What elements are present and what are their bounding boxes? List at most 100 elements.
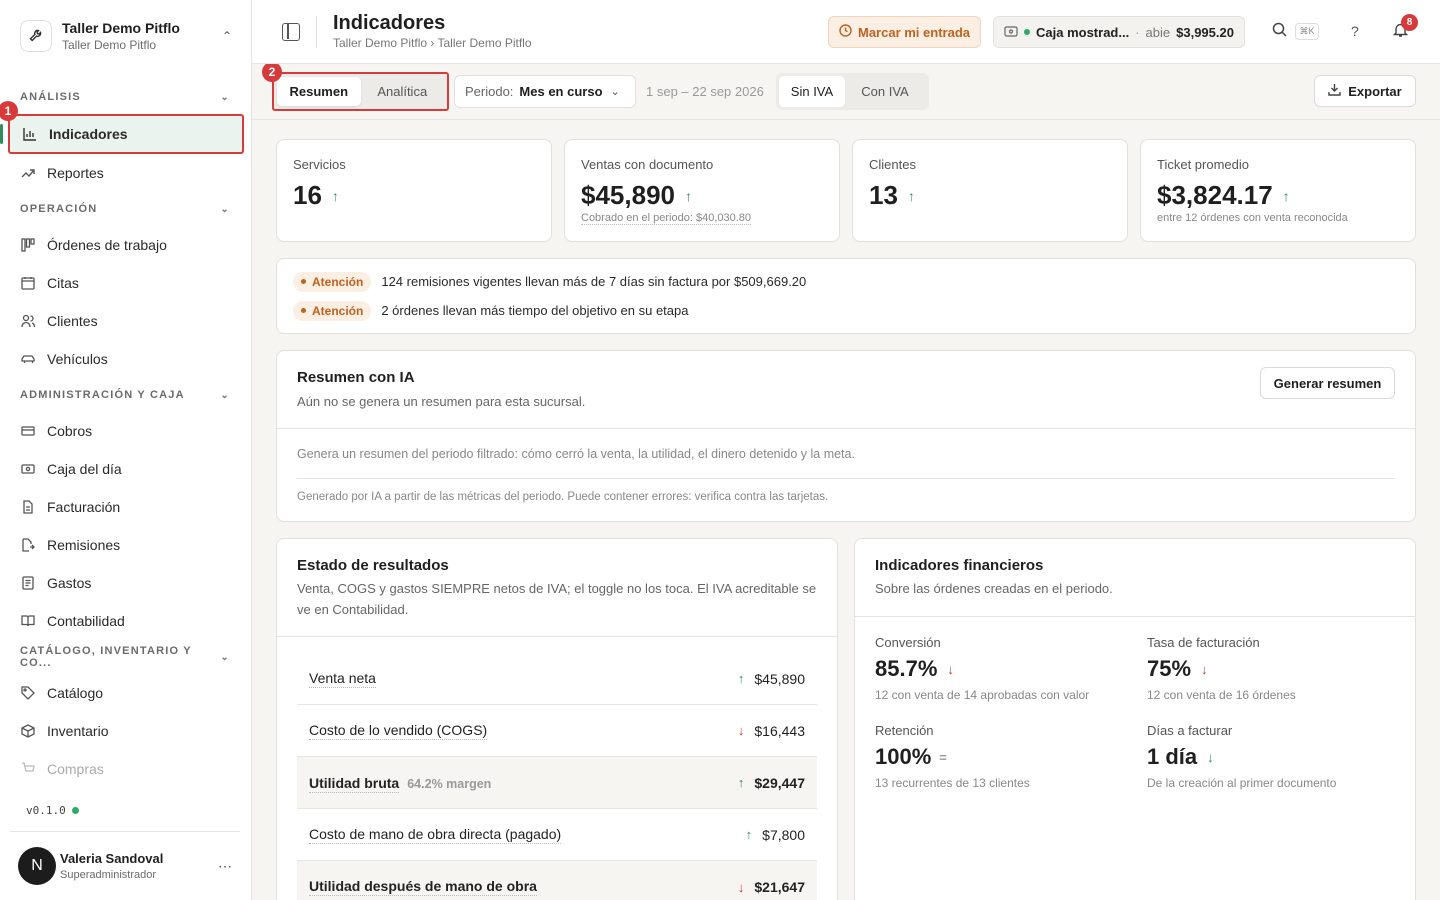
iva-toggle: Sin IVA Con IVA xyxy=(776,73,929,110)
caja-amount: $3,995.20 xyxy=(1176,24,1234,40)
arrow-down-icon: ↓ xyxy=(737,879,745,895)
kpi-card-clientes: Clientes 13 ↑ xyxy=(852,139,1128,242)
sidebar-nav: ANÁLISIS ⌄ Indicadores Reportes OPERACIÓN… xyxy=(0,80,252,805)
ai-description: Genera un resumen del periodo filtrado: … xyxy=(297,447,855,461)
shortcut-hint: ⌘K xyxy=(1295,23,1319,40)
fin-subtitle: Sobre las órdenes creadas en el periodo. xyxy=(875,581,1113,596)
sidebar-toggle-icon[interactable] xyxy=(282,23,300,41)
bar-chart-icon xyxy=(22,126,38,142)
sidebar-item-citas[interactable]: Citas xyxy=(0,264,252,302)
sidebar-item-ordenes[interactable]: Órdenes de trabajo xyxy=(0,226,252,264)
section-operacion[interactable]: OPERACIÓN ⌄ xyxy=(0,192,252,226)
org-switcher[interactable]: Taller Demo Pitflo Taller Demo Pitflo ⌃ xyxy=(8,8,244,64)
cart-icon xyxy=(20,761,36,777)
section-administracion[interactable]: ADMINISTRACIÓN Y CAJA ⌄ xyxy=(0,378,252,412)
divider xyxy=(316,16,317,48)
fin-dias-facturar: Días a facturar 1 día ↓ De la creación al… xyxy=(1147,723,1337,790)
file-icon xyxy=(20,499,36,515)
credit-card-icon xyxy=(20,423,36,439)
table-row[interactable]: Venta neta ↑ $45,890 xyxy=(297,653,817,705)
chevron-down-icon: ⌄ xyxy=(610,86,620,98)
sidebar-item-caja[interactable]: Caja del día xyxy=(0,450,252,488)
sidebar-item-vehiculos[interactable]: Vehículos xyxy=(0,340,252,378)
sidebar-item-clientes[interactable]: Clientes xyxy=(0,302,252,340)
toggle-sin-iva[interactable]: Sin IVA xyxy=(779,76,845,107)
alert-row[interactable]: Atención 2 órdenes llevan más tiempo del… xyxy=(277,296,1415,325)
sidebar-item-indicadores[interactable]: Indicadores xyxy=(0,114,244,154)
kpi-card-ticket: Ticket promedio $3,824.17 ↑ entre 12 órde… xyxy=(1140,139,1416,242)
fin-retencion: Retención 100% = 13 recurrentes de 13 cli… xyxy=(875,723,1030,790)
ai-summary-card: Resumen con IA Aún no se genera un resum… xyxy=(276,350,1416,522)
arrow-up-icon: ↑ xyxy=(737,671,745,686)
sidebar-item-cobros[interactable]: Cobros xyxy=(0,412,252,450)
sidebar-item-catalogo[interactable]: Catálogo xyxy=(0,674,252,712)
section-catalogo[interactable]: CATÁLOGO, INVENTARIO Y CO... ⌄ xyxy=(0,640,252,674)
sidebar-item-gastos[interactable]: Gastos xyxy=(0,564,252,602)
table-row[interactable]: Costo de lo vendido (COGS) ↓ $16,443 xyxy=(297,705,817,757)
estado-resultados-card: Estado de resultados Venta, COGS y gasto… xyxy=(276,538,838,900)
chevron-down-icon: ⌄ xyxy=(220,651,230,663)
divider xyxy=(252,119,1440,120)
alerts-card: Atención 124 remisiones vigentes llevan … xyxy=(276,258,1416,334)
sidebar-item-compras[interactable]: Compras xyxy=(0,750,252,788)
ai-subtitle: Aún no se genera un resumen para esta su… xyxy=(297,394,586,409)
ai-disclaimer: Generado por IA a partir de las métricas… xyxy=(297,491,829,503)
tab-resumen[interactable]: Resumen xyxy=(277,77,361,106)
arrow-up-icon: ↑ xyxy=(684,187,692,204)
estado-title: Estado de resultados xyxy=(297,557,449,574)
arrow-up-icon: ↑ xyxy=(745,827,753,842)
user-role: Superadministrador xyxy=(60,869,156,881)
chevron-down-icon: ⌄ xyxy=(220,203,230,215)
calendar-icon xyxy=(20,275,36,291)
users-icon xyxy=(20,313,36,329)
estado-subtitle: Venta, COGS y gastos SIEMPRE netos de IV… xyxy=(297,581,817,617)
fin-facturacion: Tasa de facturación 75% ↓ 12 con venta de… xyxy=(1147,635,1296,702)
help-icon[interactable]: ? xyxy=(1351,23,1359,39)
alert-row[interactable]: Atención 124 remisiones vigentes llevan … xyxy=(277,267,1415,296)
sidebar: Taller Demo Pitflo Taller Demo Pitflo ⌃ … xyxy=(0,0,252,900)
kpi-card-ventas: Ventas con documento $45,890 ↑ Cobrado en… xyxy=(564,139,840,242)
ai-title: Resumen con IA xyxy=(297,369,415,386)
status-dot xyxy=(1024,29,1030,35)
table-row[interactable]: Utilidad bruta 64.2% margen ↑ $29,447 xyxy=(297,757,817,809)
periodo-value: Mes en curso xyxy=(519,84,603,99)
indicadores-financieros-card: Indicadores financieros Sobre las órdene… xyxy=(854,538,1416,900)
sidebar-item-facturacion[interactable]: Facturación xyxy=(0,488,252,526)
arrow-up-icon: ↑ xyxy=(737,775,745,790)
search-icon[interactable] xyxy=(1272,22,1287,41)
trend-icon xyxy=(20,165,36,181)
kpi-card-servicios: Servicios 16 ↑ xyxy=(276,139,552,242)
cash-icon xyxy=(20,461,36,477)
arrow-up-icon: ↑ xyxy=(907,187,915,204)
arrow-down-icon: ↓ xyxy=(947,661,954,677)
table-row[interactable]: Utilidad después de mano de obra ↓ $21,64… xyxy=(297,861,817,900)
user-menu[interactable]: N Valeria Sandoval Superadministrador ⋯ xyxy=(10,831,240,900)
table-row[interactable]: Costo de mano de obra directa (pagado) ↑… xyxy=(297,809,817,861)
attention-badge: Atención xyxy=(293,300,372,321)
sidebar-item-remisiones[interactable]: Remisiones xyxy=(0,526,252,564)
fin-title: Indicadores financieros xyxy=(875,557,1044,574)
toggle-con-iva[interactable]: Con IVA xyxy=(845,76,925,107)
view-tabs: Resumen Analítica xyxy=(272,72,449,111)
top-header: Indicadores Taller Demo Pitflo › Taller … xyxy=(252,0,1440,64)
avatar: N xyxy=(18,847,56,885)
marcar-entrada-button[interactable]: Marcar mi entrada xyxy=(828,16,981,48)
sidebar-item-reportes[interactable]: Reportes xyxy=(0,154,252,192)
arrow-down-icon: ↓ xyxy=(737,723,745,738)
caja-status: abie xyxy=(1145,24,1171,40)
arrow-up-icon: ↑ xyxy=(1282,187,1290,204)
export-button[interactable]: Exportar xyxy=(1314,75,1416,107)
status-dot xyxy=(71,807,79,814)
more-icon[interactable]: ⋯ xyxy=(218,858,232,875)
tab-analitica[interactable]: Analítica xyxy=(361,77,445,106)
generate-summary-button[interactable]: Generar resumen xyxy=(1260,367,1395,399)
sidebar-item-contabilidad[interactable]: Contabilidad xyxy=(0,602,252,640)
section-analisis[interactable]: ANÁLISIS ⌄ xyxy=(0,80,252,114)
chevron-down-icon: ⌄ xyxy=(220,91,230,103)
arrow-down-icon: ↓ xyxy=(1201,661,1208,677)
periodo-select[interactable]: Periodo: Mes en curso ⌄ xyxy=(454,75,636,108)
caja-selector[interactable]: Caja mostrad... · abie $3,995.20 xyxy=(993,16,1245,48)
date-range: 1 sep – 22 sep 2026 xyxy=(646,84,764,99)
sidebar-item-inventario[interactable]: Inventario xyxy=(0,712,252,750)
box-icon xyxy=(20,723,36,739)
